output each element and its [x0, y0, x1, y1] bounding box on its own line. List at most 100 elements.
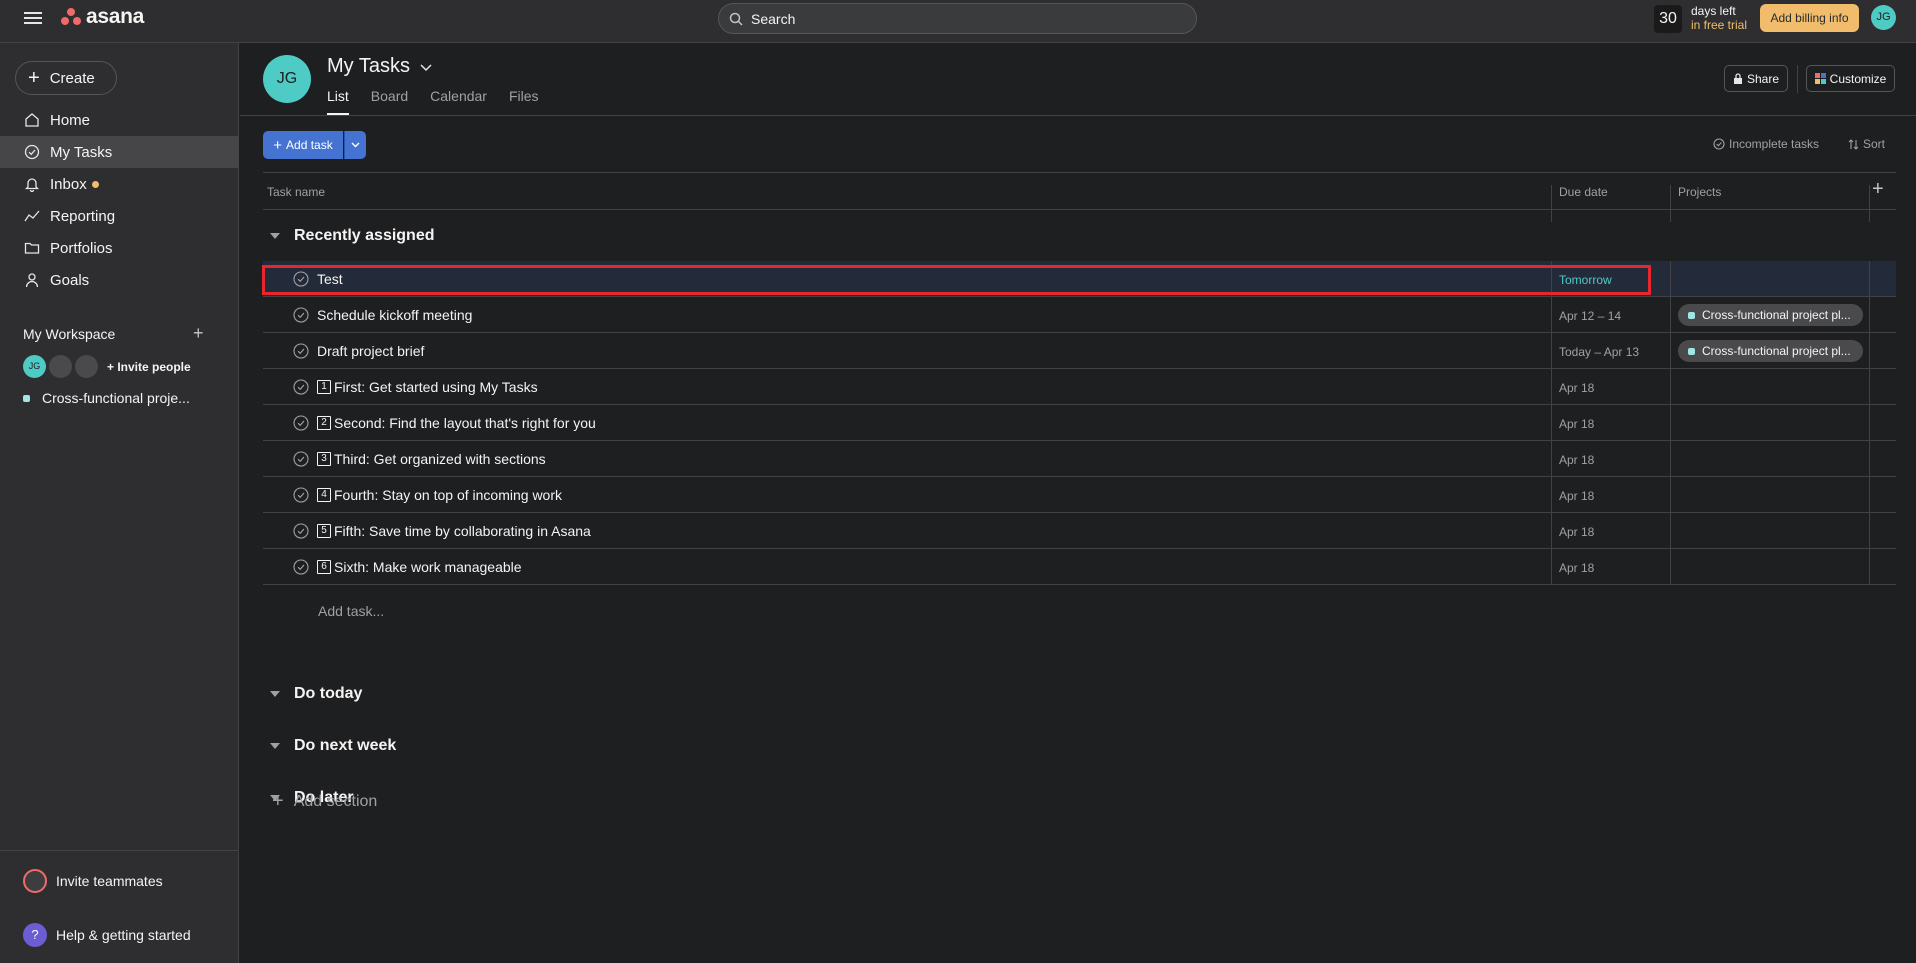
project-chip[interactable]: Cross-functional project pl...	[1678, 340, 1863, 362]
add-task-button[interactable]: + Add task	[263, 131, 343, 159]
section-do-next-week[interactable]: Do next week	[270, 737, 396, 755]
person-icon	[23, 271, 41, 289]
member-avatar[interactable]: JG	[23, 355, 46, 378]
number-badge: 4	[317, 488, 331, 502]
section-do-today[interactable]: Do today	[270, 685, 362, 703]
task-check-icon[interactable]	[293, 379, 309, 395]
user-avatar[interactable]: JG	[1871, 5, 1896, 30]
task-due-date[interactable]: Apr 18	[1559, 417, 1594, 431]
number-badge: 2	[317, 416, 331, 430]
sidebar-item-my-tasks[interactable]: My Tasks	[0, 136, 239, 168]
task-due-date[interactable]: Today – Apr 13	[1559, 345, 1639, 359]
cell-divider	[1869, 477, 1870, 513]
add-billing-button[interactable]: Add billing info	[1760, 4, 1859, 32]
task-row[interactable]: 1 First: Get started using My Tasks Apr 1…	[263, 369, 1896, 405]
task-check-icon[interactable]	[293, 451, 309, 467]
header-divider-line	[240, 115, 1916, 116]
invite-teammates-button[interactable]: Invite teammates	[23, 869, 163, 893]
add-task-inline[interactable]: Add task...	[318, 603, 384, 619]
cell-divider	[1551, 369, 1552, 405]
task-check-icon[interactable]	[293, 307, 309, 323]
collapse-triangle-icon	[270, 233, 280, 239]
sidebar-item-goals[interactable]: Goals	[0, 264, 239, 296]
task-check-icon[interactable]	[293, 559, 309, 575]
cell-divider	[1670, 513, 1671, 549]
tab-board[interactable]: Board	[371, 88, 408, 115]
add-workspace-item-icon[interactable]: +	[193, 323, 204, 344]
asana-logo[interactable]: asana	[61, 5, 144, 29]
project-chip-label: Cross-functional project pl...	[1702, 308, 1851, 322]
task-check-icon[interactable]	[293, 271, 309, 287]
add-column-icon[interactable]: +	[1872, 178, 1884, 201]
cell-divider	[1551, 297, 1552, 333]
task-row[interactable]: Test Tomorrow	[263, 261, 1896, 297]
filter-incomplete-button[interactable]: Incomplete tasks	[1713, 137, 1819, 151]
column-due-date[interactable]: Due date	[1559, 185, 1608, 199]
task-due-date[interactable]: Apr 18	[1559, 489, 1594, 503]
help-button[interactable]: ? Help & getting started	[23, 923, 191, 947]
task-check-icon[interactable]	[293, 523, 309, 539]
project-chip[interactable]: Cross-functional project pl...	[1678, 304, 1863, 326]
task-due-date[interactable]: Apr 18	[1559, 453, 1594, 467]
cell-divider	[1551, 441, 1552, 477]
task-name: 1 First: Get started using My Tasks	[317, 379, 538, 395]
share-button[interactable]: Share	[1724, 65, 1788, 92]
section-recently-assigned[interactable]: Recently assigned	[270, 227, 435, 245]
tab-calendar[interactable]: Calendar	[430, 88, 487, 115]
customize-button[interactable]: Customize	[1806, 65, 1895, 92]
create-button[interactable]: + Create	[15, 61, 117, 95]
sidebar-item-reporting[interactable]: Reporting	[0, 200, 239, 232]
sidebar-item-inbox[interactable]: Inbox	[0, 168, 239, 200]
task-row[interactable]: 6 Sixth: Make work manageable Apr 18	[263, 549, 1896, 585]
cell-divider	[1869, 441, 1870, 477]
sort-button[interactable]: Sort	[1848, 137, 1885, 151]
sidebar: + Create Home My Tasks Inbox Reporting P…	[0, 43, 239, 963]
column-divider	[1670, 185, 1671, 222]
task-due-date[interactable]: Apr 18	[1559, 561, 1594, 575]
task-row[interactable]: 2 Second: Find the layout that's right fo…	[263, 405, 1896, 441]
chevron-down-icon[interactable]	[420, 55, 432, 78]
tab-list[interactable]: List	[327, 88, 349, 115]
sidebar-item-portfolios[interactable]: Portfolios	[0, 232, 239, 264]
task-name-text: First: Get started using My Tasks	[334, 379, 538, 395]
cell-divider	[1551, 549, 1552, 585]
task-name: 6 Sixth: Make work manageable	[317, 559, 522, 575]
column-divider	[1551, 185, 1552, 222]
folder-icon	[23, 239, 41, 257]
task-row[interactable]: 5 Fifth: Save time by collaborating in As…	[263, 513, 1896, 549]
add-section-button[interactable]: + Add section	[272, 790, 377, 813]
sidebar-item-home[interactable]: Home	[0, 104, 239, 136]
hamburger-menu-icon[interactable]	[22, 9, 44, 29]
task-row[interactable]: 4 Fourth: Stay on top of incoming work Ap…	[263, 477, 1896, 513]
workspace-title[interactable]: My Workspace	[23, 326, 213, 342]
column-task-name[interactable]: Task name	[267, 185, 325, 199]
share-label: Share	[1746, 71, 1780, 86]
task-due-date[interactable]: Tomorrow	[1559, 273, 1612, 287]
task-name-text: Schedule kickoff meeting	[317, 307, 473, 323]
column-projects[interactable]: Projects	[1678, 185, 1721, 199]
column-header-row: Task name Due date Projects +	[263, 172, 1896, 222]
cell-divider	[1869, 369, 1870, 405]
task-check-icon[interactable]	[293, 487, 309, 503]
task-name-text: Second: Find the layout that's right for…	[334, 415, 596, 431]
chevron-down-icon	[351, 142, 360, 148]
plus-icon: +	[28, 67, 40, 89]
sidebar-project-item[interactable]: Cross-functional proje...	[23, 390, 190, 406]
search-bar[interactable]: Search	[718, 3, 1197, 34]
number-badge: 1	[317, 380, 331, 394]
task-check-icon[interactable]	[293, 415, 309, 431]
tab-files[interactable]: Files	[509, 88, 539, 115]
task-row[interactable]: Draft project brief Today – Apr 13 Cross…	[263, 333, 1896, 369]
invite-people-button[interactable]: + Invite people	[107, 360, 191, 374]
number-badge: 5	[317, 524, 331, 538]
task-due-date[interactable]: Apr 18	[1559, 381, 1594, 395]
task-due-date[interactable]: Apr 12 – 14	[1559, 309, 1621, 323]
top-bar: asana Search 30 days left in free trial …	[0, 0, 1916, 43]
task-check-icon[interactable]	[293, 343, 309, 359]
task-row[interactable]: Schedule kickoff meeting Apr 12 – 14 Cro…	[263, 297, 1896, 333]
add-task-dropdown[interactable]	[344, 131, 366, 159]
task-row[interactable]: 3 Third: Get organized with sections Apr …	[263, 441, 1896, 477]
task-due-date[interactable]: Apr 18	[1559, 525, 1594, 539]
cell-divider	[1670, 549, 1671, 585]
cell-divider	[1551, 477, 1552, 513]
